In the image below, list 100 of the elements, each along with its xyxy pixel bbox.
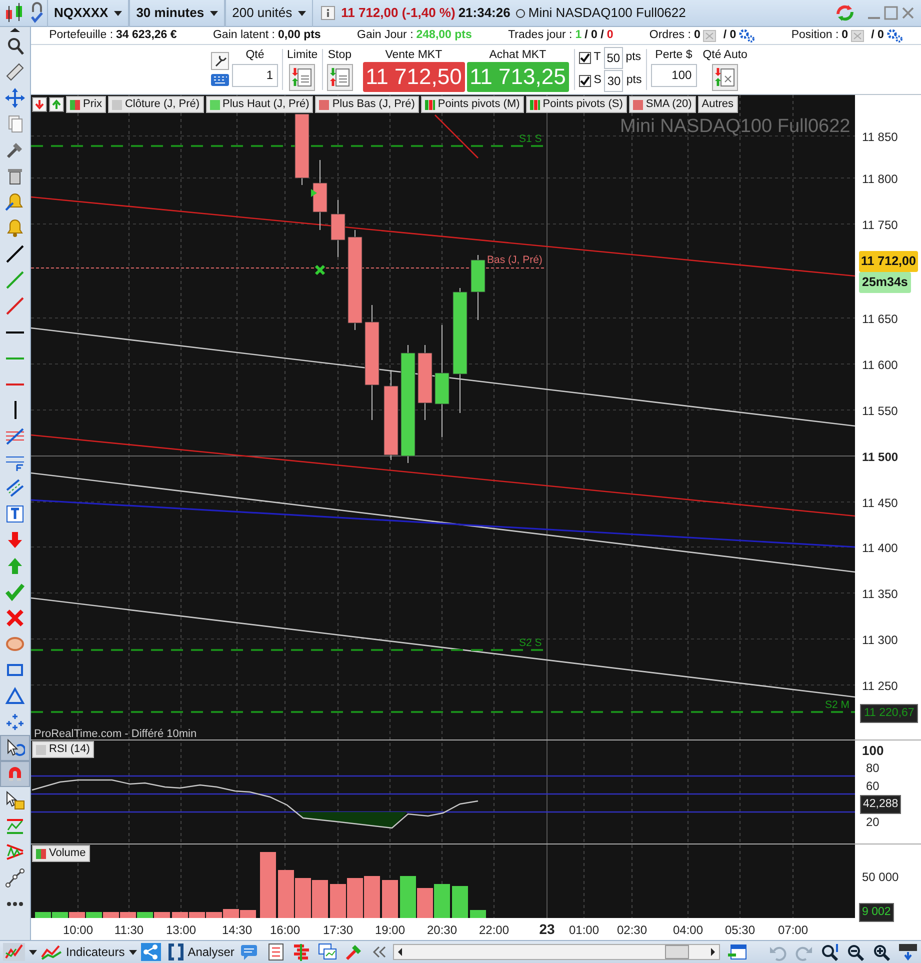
arrow-up-icon <box>5 556 25 576</box>
link-icon[interactable] <box>29 2 45 24</box>
instrument-name: Mini NASDAQ100 Full0622 <box>528 4 686 22</box>
price-tick: 11 550 <box>862 403 898 420</box>
zoom-fit-icon[interactable] <box>820 943 840 961</box>
download-icon[interactable] <box>32 97 47 112</box>
time-tick: 05:30 <box>724 922 756 939</box>
loss-field[interactable]: 100 <box>650 64 697 87</box>
color-swatch <box>530 100 540 110</box>
count-total: / 0 <box>871 28 884 43</box>
chart-pattern-icon <box>5 816 25 836</box>
indicator-tab[interactable]: Clôture (J, Pré) <box>108 96 204 113</box>
volume-bar <box>452 886 468 918</box>
info-icon[interactable] <box>321 6 336 20</box>
line-icon <box>5 296 25 316</box>
triangle-icon <box>5 686 25 706</box>
brackets-icon <box>166 943 185 961</box>
field-label: Qté Auto <box>702 48 748 62</box>
cancel-box-icon[interactable] <box>851 30 864 42</box>
field-label: Vente MKT <box>385 48 442 62</box>
checkbox[interactable] <box>578 75 591 87</box>
indicator-tab[interactable]: Points pivots (S) <box>526 96 627 113</box>
account-label: Position : <box>791 28 839 43</box>
indicators-icon <box>41 944 63 960</box>
account-label: Trades jour : <box>508 28 572 43</box>
indicator-tab[interactable]: SMA (20) <box>628 96 696 113</box>
more-icon <box>7 902 23 906</box>
indicator-tab[interactable]: Plus Bas (J, Pré) <box>315 96 419 113</box>
price-tick: 11 800 <box>862 171 898 188</box>
text-tool-icon <box>5 504 25 524</box>
account-label: Gain latent : <box>212 28 275 43</box>
volume-bar <box>295 878 311 918</box>
checkmark-icon <box>5 582 25 602</box>
indicator-tab[interactable]: Autres <box>698 96 738 113</box>
rsi-tick: 20 <box>866 814 880 831</box>
account-value: 0,00 pts <box>278 28 321 43</box>
trade-count: 1 <box>575 28 582 43</box>
price-tick: 11 250 <box>862 678 898 695</box>
time-tick: 04:00 <box>672 922 704 939</box>
indicator-tab[interactable]: Points pivots (M) <box>420 96 524 113</box>
wedge-icon <box>5 842 25 862</box>
cursor-lock-icon <box>5 790 25 810</box>
field-label: Limite <box>287 48 318 62</box>
bracket-field[interactable]: 30 <box>604 70 624 92</box>
zoom-out-icon[interactable] <box>846 943 866 961</box>
stop-order-icon[interactable] <box>326 64 353 91</box>
time-tick: 14:30 <box>222 922 252 939</box>
wrench-icon <box>5 140 25 160</box>
auto-quantity-icon[interactable] <box>712 64 738 91</box>
tool-button[interactable] <box>0 735 30 761</box>
calendar-icon[interactable] <box>726 943 749 961</box>
trend-line <box>434 114 478 158</box>
ellipse-icon <box>5 634 25 654</box>
indicator-tab[interactable]: Prix <box>66 96 106 113</box>
ruler-icon <box>5 62 25 82</box>
count-value: 0 <box>694 28 700 43</box>
zoom-in-icon[interactable] <box>872 943 892 961</box>
maximize-icon[interactable] <box>884 6 898 20</box>
account-label: Gain Jour : <box>357 28 414 43</box>
time-tick: 19:00 <box>374 922 406 939</box>
bell-icon <box>5 218 25 238</box>
bracket-field[interactable]: 50 <box>604 47 623 69</box>
trash-icon <box>5 166 25 186</box>
horizontal-line-icon <box>6 330 24 334</box>
quantity-field[interactable]: 1 <box>232 64 278 87</box>
vertical-line-icon <box>14 401 16 419</box>
indicator-tab[interactable]: Plus Haut (J, Pré) <box>206 96 314 113</box>
color-swatch <box>424 100 435 110</box>
node-line-icon <box>5 868 25 888</box>
keyboard-down-icon[interactable] <box>898 943 918 961</box>
volume-bar <box>382 880 398 918</box>
account-label: Ordres : <box>649 28 691 43</box>
list-icon[interactable] <box>266 943 286 961</box>
horizontal-scrollbar[interactable] <box>393 944 720 960</box>
gear-icon[interactable] <box>886 28 903 42</box>
trade-count: 0 <box>606 28 614 43</box>
close-icon[interactable] <box>901 6 915 20</box>
bell-pointer-icon <box>5 192 25 212</box>
price-tick: 11 600 <box>862 357 898 374</box>
time-tick: 13:00 <box>166 922 196 939</box>
volume-bar <box>278 870 294 918</box>
wrench-icon[interactable] <box>211 52 229 70</box>
time-tick: 23 <box>539 920 555 939</box>
indicators-button[interactable]: Indicateurs <box>38 941 128 963</box>
windows-icon[interactable] <box>318 943 338 961</box>
indicator-label: RSI (14) <box>32 741 94 758</box>
upload-icon[interactable] <box>49 97 64 112</box>
price-tick: 11 350 <box>862 586 898 603</box>
cancel-box-icon[interactable] <box>703 30 716 42</box>
volume-bar <box>347 878 363 918</box>
keyboard-icon[interactable] <box>211 73 229 87</box>
share-icon[interactable] <box>140 943 161 961</box>
analyse-button[interactable]: Analyser <box>164 941 238 963</box>
limit-order-icon[interactable] <box>289 64 316 91</box>
scrollbar-thumb[interactable] <box>664 945 689 959</box>
gear-icon[interactable] <box>739 28 756 42</box>
checkbox[interactable] <box>578 52 591 64</box>
price-tick: 11 400 <box>862 540 898 557</box>
sell-button[interactable]: 11 712,50 <box>362 62 465 92</box>
count-value: 0 <box>842 28 848 43</box>
